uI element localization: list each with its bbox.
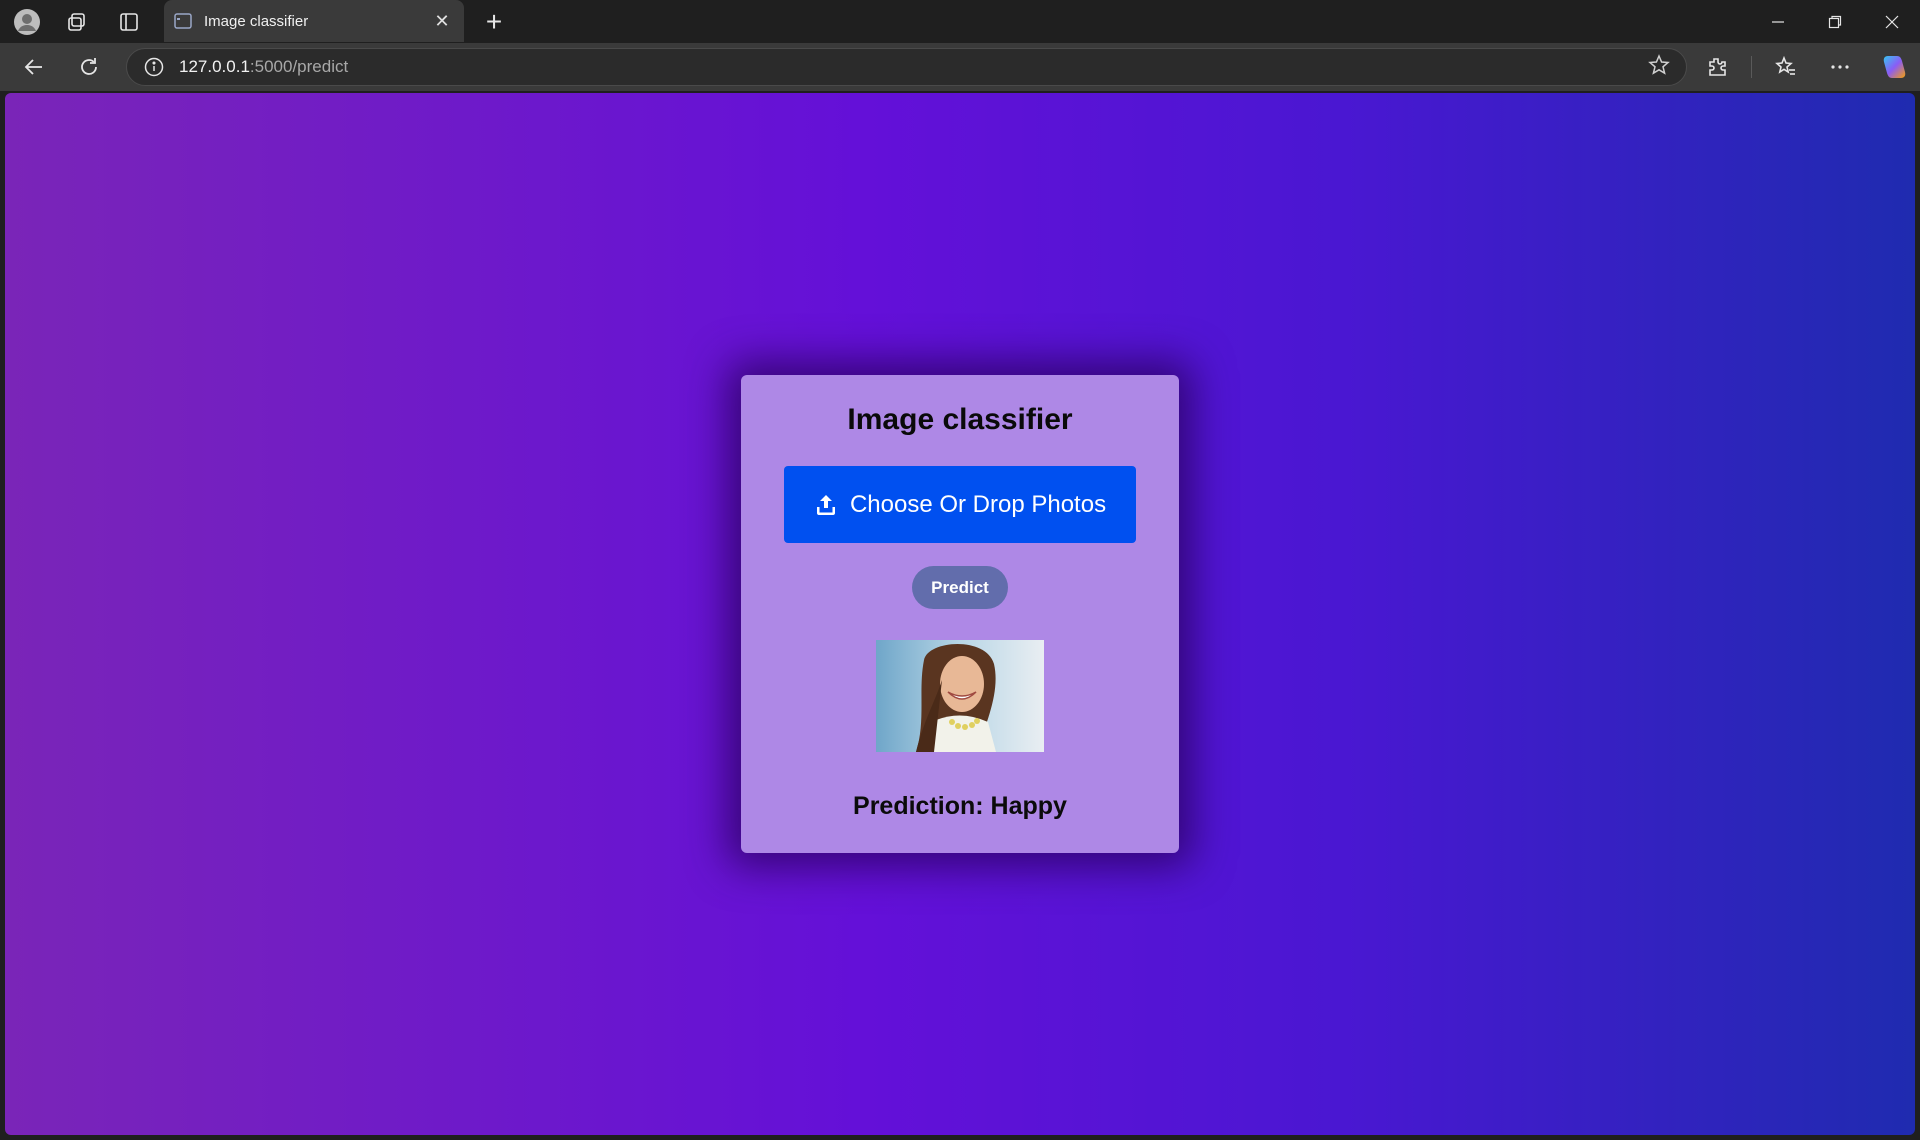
tab-title: Image classifier — [204, 12, 309, 30]
minimize-button[interactable] — [1749, 0, 1806, 43]
restore-button[interactable] — [1806, 0, 1863, 43]
page-viewport: Image classifier Choose Or Drop Photos P… — [5, 93, 1915, 1135]
url-host: 127.0.0.1 — [179, 57, 250, 76]
active-tab[interactable]: Image classifier ✕ — [164, 0, 464, 42]
upload-icon — [816, 494, 835, 515]
extensions-icon[interactable] — [1697, 47, 1737, 87]
prediction-result: Prediction: Happy — [853, 792, 1067, 820]
vertical-tabs-icon[interactable] — [109, 2, 149, 42]
classifier-card: Image classifier Choose Or Drop Photos P… — [741, 375, 1179, 853]
copilot-icon[interactable] — [1874, 47, 1914, 87]
refresh-button[interactable] — [69, 47, 109, 87]
refresh-icon — [81, 58, 97, 75]
back-button[interactable] — [14, 47, 54, 87]
browser-toolbar: 127.0.0.1:5000/predict — [0, 43, 1920, 91]
close-window-button[interactable] — [1863, 0, 1920, 43]
workspaces-icon[interactable] — [57, 2, 97, 42]
back-icon — [24, 59, 42, 75]
window-controls — [1749, 0, 1920, 43]
new-tab-glyph: + — [485, 6, 503, 37]
toolbar-divider — [1751, 56, 1752, 78]
page-title: Image classifier — [847, 403, 1073, 436]
right-toolbar — [1697, 47, 1920, 87]
more-icon[interactable] — [1820, 47, 1860, 87]
tab-close-button[interactable]: ✕ — [430, 11, 454, 32]
title-bar: Image classifier ✕ + — [0, 0, 1920, 43]
profile-icon[interactable] — [7, 2, 47, 42]
url-path: :5000/predict — [249, 57, 349, 76]
info-icon[interactable] — [143, 56, 165, 78]
favorites-icon[interactable] — [1766, 47, 1806, 87]
address-bar[interactable]: 127.0.0.1:5000/predict — [126, 48, 1687, 86]
url-text[interactable]: 127.0.0.1:5000/predict — [179, 57, 1648, 77]
choose-photos-label: Choose Or Drop Photos — [849, 490, 1107, 518]
page-favicon — [174, 13, 192, 29]
predict-button[interactable]: Predict — [912, 566, 1008, 609]
choose-photos-button[interactable]: Choose Or Drop Photos — [784, 466, 1136, 543]
uploaded-photo — [876, 640, 1044, 752]
new-tab-button[interactable]: + — [474, 2, 514, 42]
favorite-star-icon[interactable] — [1648, 53, 1670, 81]
